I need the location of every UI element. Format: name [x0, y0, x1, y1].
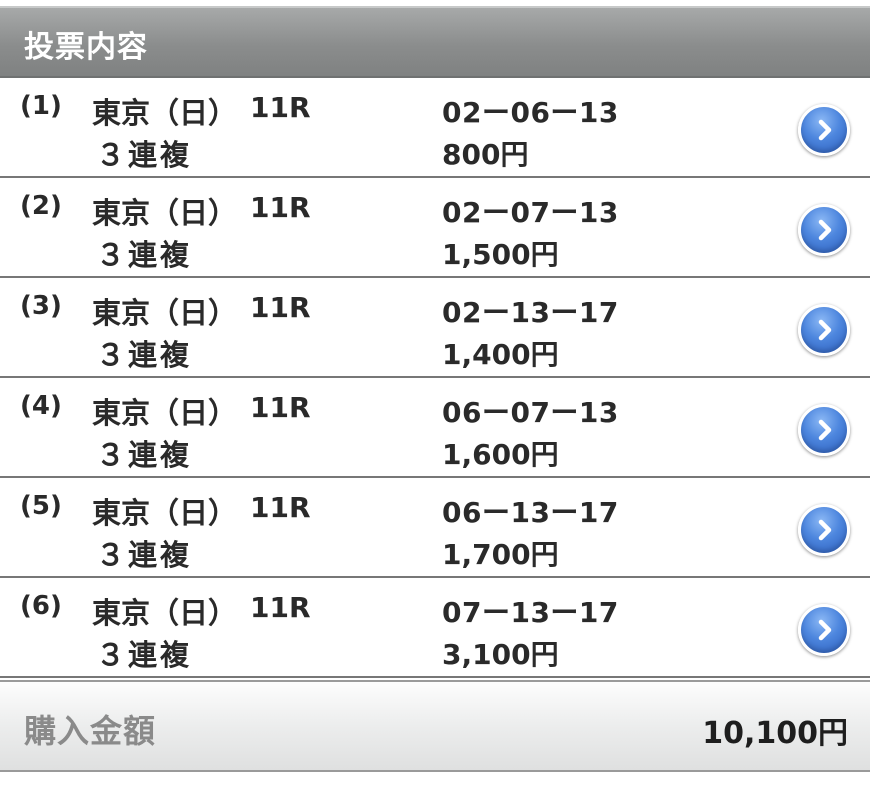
- bet-type: ３連複: [96, 138, 193, 172]
- header-title: 投票内容: [24, 30, 148, 65]
- bet-amount: 3,100円: [442, 638, 559, 671]
- bet-combination: 06ー07ー13: [442, 396, 619, 429]
- chevron-right-circle-icon[interactable]: [798, 404, 850, 456]
- bet-race: 11R: [250, 91, 311, 124]
- bet-race: 11R: [250, 391, 311, 424]
- bet-row[interactable]: (2) 東京（日） 11R ３連複 02ー07ー13 1,500円: [0, 178, 870, 278]
- bet-combination: 02ー13ー17: [442, 296, 619, 329]
- bet-amount: 1,600円: [442, 438, 559, 471]
- bet-venue: 東京（日）: [92, 596, 238, 630]
- bet-venue: 東京（日）: [92, 496, 238, 530]
- section-header: 投票内容: [0, 6, 870, 78]
- chevron-right-circle-icon[interactable]: [798, 304, 850, 356]
- bet-type: ３連複: [96, 338, 193, 372]
- bet-race: 11R: [250, 491, 311, 524]
- bet-row[interactable]: (1) 東京（日） 11R ３連複 02ー06ー13 800円: [0, 78, 870, 178]
- bet-type: ３連複: [96, 538, 193, 572]
- bet-type: ３連複: [96, 638, 193, 672]
- bet-type: ３連複: [96, 238, 193, 272]
- bet-row[interactable]: (6) 東京（日） 11R ３連複 07ー13ー17 3,100円: [0, 578, 870, 678]
- total-label: 購入金額: [24, 712, 157, 750]
- bet-number: (6): [20, 591, 62, 621]
- bet-race: 11R: [250, 591, 311, 624]
- bet-amount: 800円: [442, 138, 529, 171]
- bet-list: (1) 東京（日） 11R ３連複 02ー06ー13 800円 (2) 東京（日） 11R ３連複…: [0, 78, 870, 678]
- chevron-right-circle-icon[interactable]: [798, 504, 850, 556]
- bet-venue: 東京（日）: [92, 196, 238, 230]
- chevron-right-circle-icon[interactable]: [798, 204, 850, 256]
- bet-venue: 東京（日）: [92, 296, 238, 330]
- bet-combination: 06ー13ー17: [442, 496, 619, 529]
- bet-venue: 東京（日）: [92, 96, 238, 130]
- bet-number: (2): [20, 191, 62, 221]
- chevron-right-circle-icon[interactable]: [798, 604, 850, 656]
- bet-number: (1): [20, 91, 62, 121]
- bet-race: 11R: [250, 191, 311, 224]
- total-bar: 購入金額 10,100円: [0, 680, 870, 772]
- bet-row[interactable]: (4) 東京（日） 11R ３連複 06ー07ー13 1,600円: [0, 378, 870, 478]
- bet-row[interactable]: (3) 東京（日） 11R ３連複 02ー13ー17 1,400円: [0, 278, 870, 378]
- bet-combination: 02ー06ー13: [442, 96, 619, 129]
- bet-venue: 東京（日）: [92, 396, 238, 430]
- total-value: 10,100円: [702, 716, 848, 751]
- bet-combination: 07ー13ー17: [442, 596, 619, 629]
- bet-number: (5): [20, 491, 62, 521]
- bet-amount: 1,400円: [442, 338, 559, 371]
- page: 投票内容 (1) 東京（日） 11R ３連複 02ー06ー13 800円 (2) 東京（日） 1…: [0, 0, 870, 792]
- bet-amount: 1,500円: [442, 238, 559, 271]
- chevron-right-circle-icon[interactable]: [798, 104, 850, 156]
- bet-row[interactable]: (5) 東京（日） 11R ３連複 06ー13ー17 1,700円: [0, 478, 870, 578]
- bet-race: 11R: [250, 291, 311, 324]
- bet-combination: 02ー07ー13: [442, 196, 619, 229]
- bet-number: (4): [20, 391, 62, 421]
- bet-type: ３連複: [96, 438, 193, 472]
- bet-amount: 1,700円: [442, 538, 559, 571]
- bet-number: (3): [20, 291, 62, 321]
